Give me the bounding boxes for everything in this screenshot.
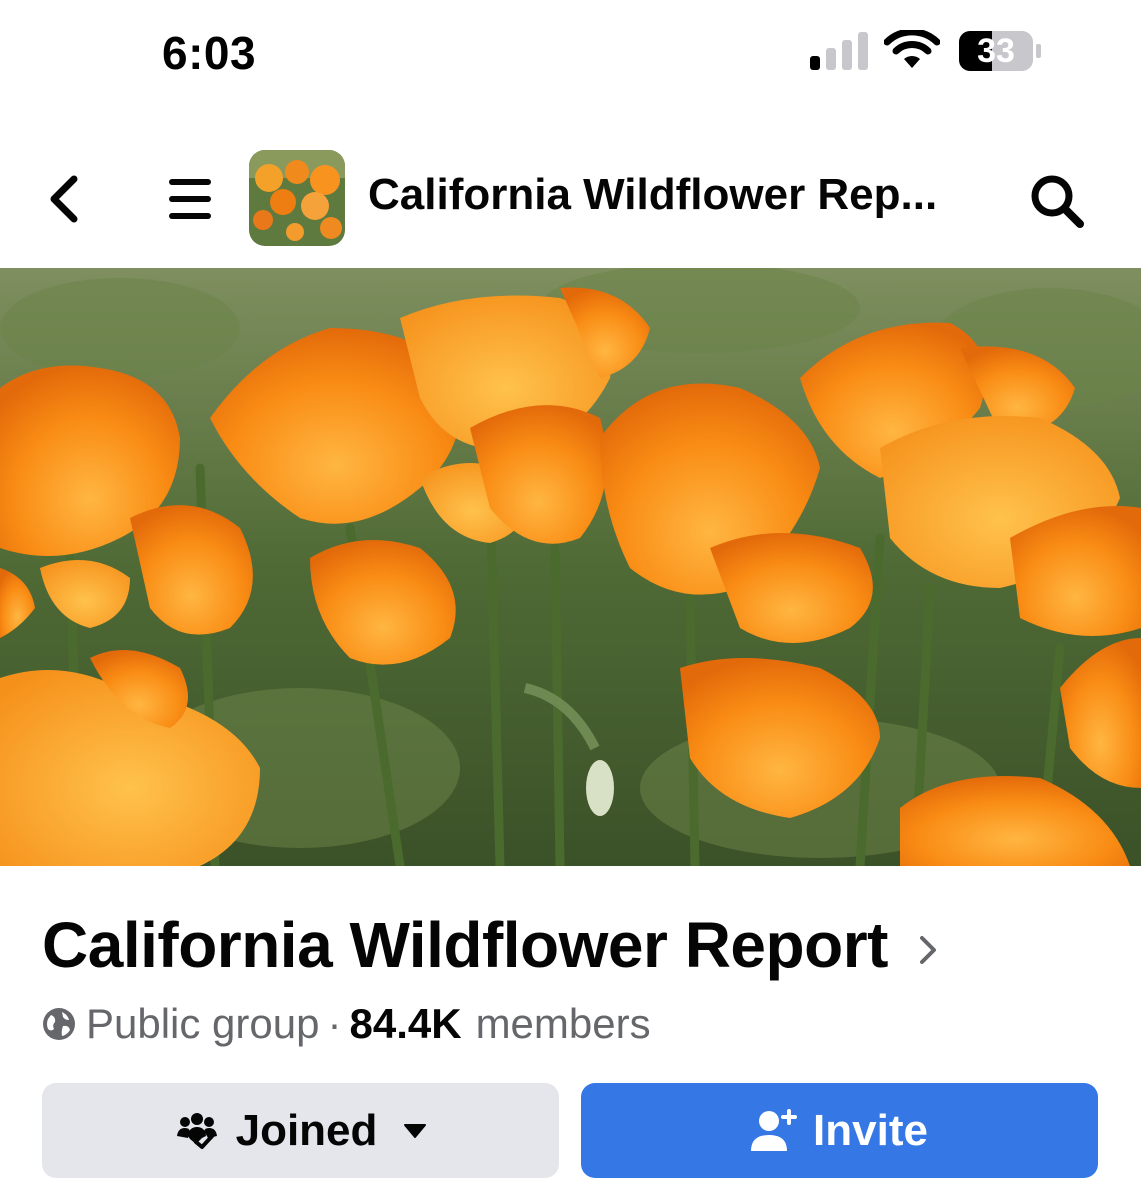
privacy-label: Public group bbox=[86, 1000, 320, 1047]
status-time: 6:03 bbox=[162, 27, 257, 79]
member-label[interactable]: members bbox=[476, 1000, 651, 1048]
cellular-signal-icon bbox=[810, 32, 868, 70]
joined-label: Joined bbox=[235, 1105, 378, 1155]
group-nav-bar: California Wildflower Rep... bbox=[0, 128, 1141, 268]
group-joined-icon bbox=[174, 1112, 220, 1150]
back-chevron-icon bbox=[50, 175, 78, 223]
status-bar: 6:03 33 bbox=[0, 0, 1141, 110]
battery-level: 33 bbox=[977, 32, 1015, 70]
group-meta: Public group · 84.4K members bbox=[42, 1000, 651, 1048]
group-thumbnail[interactable] bbox=[249, 150, 345, 246]
wifi-icon bbox=[884, 30, 940, 68]
search-button[interactable] bbox=[1022, 166, 1092, 236]
group-name-row[interactable]: California Wildflower Report bbox=[42, 908, 942, 982]
search-icon bbox=[1031, 175, 1084, 228]
chevron-right-icon bbox=[919, 936, 936, 964]
poppy-field-image bbox=[0, 268, 1141, 866]
globe-icon bbox=[43, 1008, 75, 1040]
add-person-icon bbox=[751, 1108, 798, 1153]
nav-group-title[interactable]: California Wildflower Rep... bbox=[368, 170, 968, 220]
group-cover-photo[interactable] bbox=[0, 268, 1141, 866]
member-count[interactable]: 84.4K bbox=[349, 1000, 461, 1048]
group-name: California Wildflower Report bbox=[42, 909, 888, 981]
joined-button[interactable]: Joined bbox=[42, 1083, 559, 1178]
invite-label: Invite bbox=[813, 1105, 928, 1155]
meta-separator: · bbox=[327, 1000, 342, 1047]
group-thumbnail-image bbox=[249, 150, 345, 246]
back-button[interactable] bbox=[36, 164, 92, 234]
invite-button[interactable]: Invite bbox=[581, 1083, 1098, 1178]
hamburger-menu-icon bbox=[169, 179, 211, 219]
menu-button[interactable] bbox=[160, 164, 220, 234]
caret-down-icon bbox=[403, 1123, 427, 1139]
